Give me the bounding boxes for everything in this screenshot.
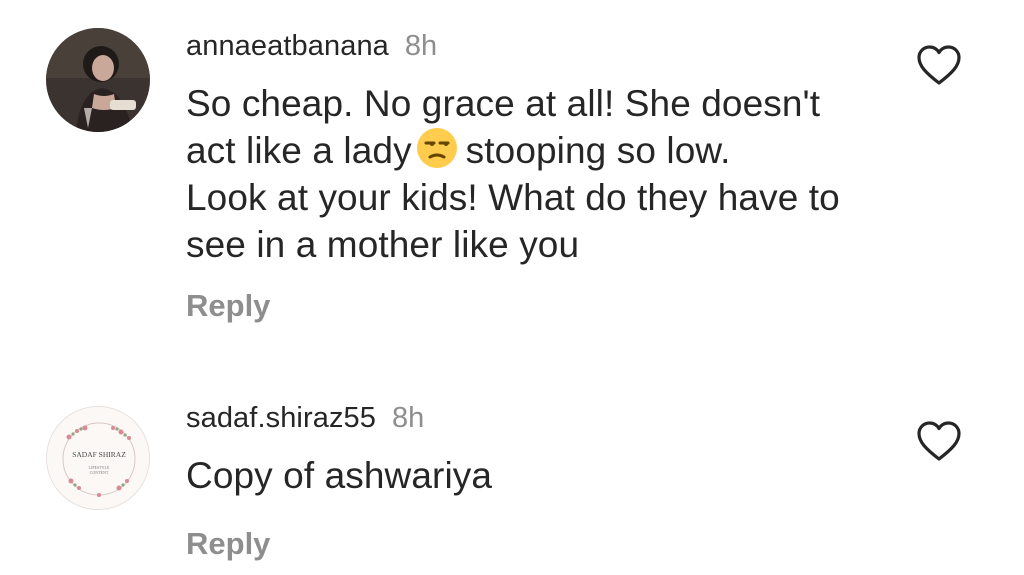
avatar[interactable] — [46, 28, 150, 132]
reply-button[interactable]: Reply — [186, 526, 270, 562]
avatar-logo: SADAF SHIRAZ LIFESTYLE CONTENT — [47, 407, 149, 509]
reply-button[interactable]: Reply — [186, 288, 270, 324]
heart-outline-icon[interactable] — [916, 44, 962, 86]
avatar[interactable]: SADAF SHIRAZ LIFESTYLE CONTENT — [46, 406, 150, 510]
comment-text: Copy of ashwariya — [186, 455, 493, 496]
comment-text: So cheap. No grace at all! She doesn't a… — [186, 83, 840, 265]
avatar-photo — [46, 28, 150, 132]
comment-timestamp: 8h — [392, 402, 425, 434]
comment-timestamp: 8h — [404, 30, 438, 62]
avatar-logo-title: SADAF SHIRAZ — [72, 450, 126, 459]
unamused-face-emoji-icon — [416, 128, 457, 168]
comment-username[interactable]: annaeatbanana — [186, 30, 389, 63]
heart-outline-icon[interactable] — [916, 420, 962, 462]
avatar-logo-subtitle: CONTENT — [90, 470, 109, 475]
comment-username[interactable]: sadaf.shiraz55 — [186, 402, 376, 435]
